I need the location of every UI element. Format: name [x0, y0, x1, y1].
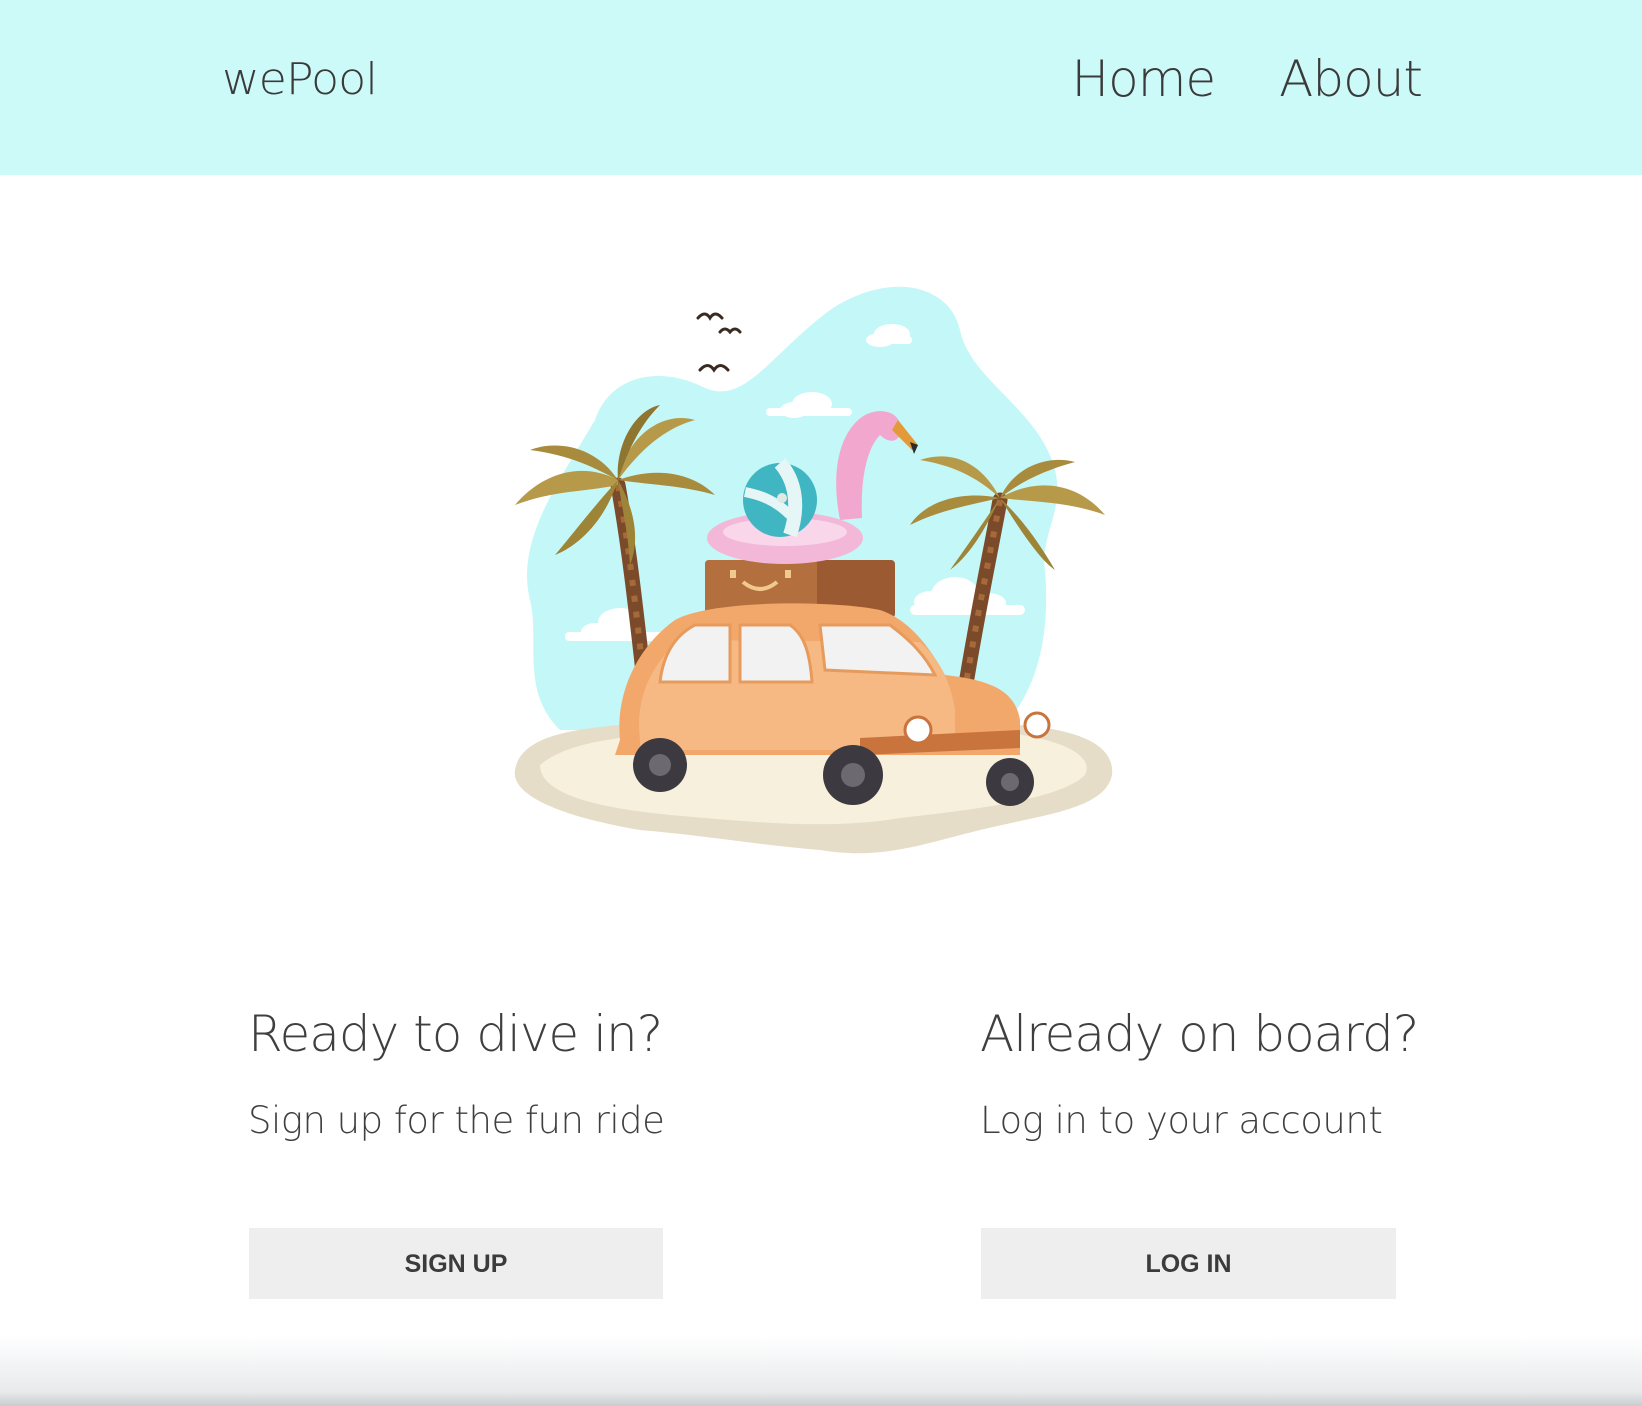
hero-illustration — [514, 286, 1113, 854]
nav-link-home[interactable]: Home — [1072, 50, 1217, 108]
login-subtext: Log in to your account — [980, 1099, 1383, 1142]
signup-button[interactable]: SIGN UP — [249, 1228, 663, 1299]
birds — [696, 312, 742, 373]
signup-subtext: Sign up for the fun ride — [248, 1099, 665, 1142]
login-section: Already on board? Log in to your account — [980, 1005, 1419, 1142]
signup-section: Ready to dive in? Sign up for the fun ri… — [248, 1005, 668, 1142]
login-button[interactable]: LOG IN — [981, 1228, 1396, 1299]
brand-logo[interactable]: wePool — [222, 53, 378, 104]
beach-ball-icon — [743, 458, 817, 538]
window-bottom-edge — [0, 1336, 1642, 1406]
nav-link-about[interactable]: About — [1279, 50, 1423, 108]
signup-heading: Ready to dive in? — [248, 1005, 663, 1063]
nav-links: Home About — [1072, 50, 1423, 108]
navbar: wePool Home About — [0, 0, 1642, 175]
login-heading: Already on board? — [980, 1005, 1419, 1063]
page: wePool Home About Ready to dive in? Sign… — [0, 0, 1642, 1406]
